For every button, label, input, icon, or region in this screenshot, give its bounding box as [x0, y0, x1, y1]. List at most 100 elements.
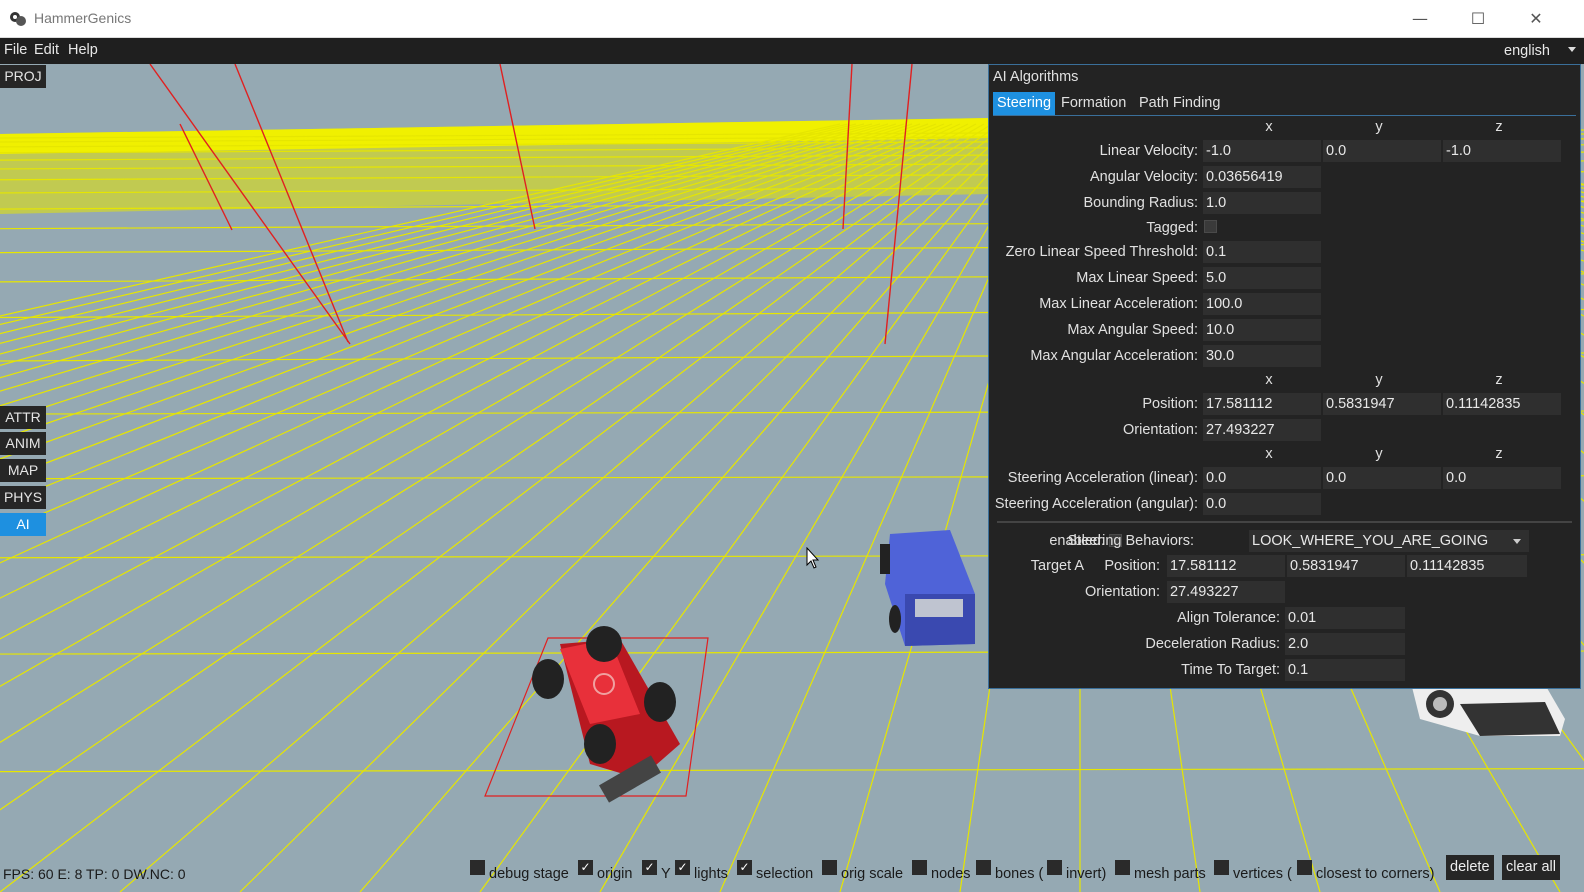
y-checkbox[interactable]: ✓ [642, 860, 657, 875]
fps-status: FPS: 60 E: 8 TP: 0 DW.NC: 0 [3, 866, 186, 882]
tab-steering[interactable]: Steering [993, 92, 1056, 115]
anim-button[interactable]: ANIM [0, 432, 46, 455]
blue-van[interactable] [880, 530, 975, 646]
chevron-down-icon[interactable] [1568, 47, 1576, 52]
zero-linear-speed-threshold-field[interactable]: 0.1 [1203, 241, 1321, 263]
linear-velocity-z-field[interactable]: -1.0 [1443, 140, 1561, 162]
position-y-field[interactable]: 0.5831947 [1323, 393, 1441, 415]
invert-checkbox[interactable] [1047, 860, 1062, 875]
lights-label: lights [694, 866, 728, 882]
panel-title: AI Algorithms [993, 69, 1079, 85]
mesh-parts-label: mesh parts [1134, 866, 1206, 882]
menu-help[interactable]: Help [68, 42, 98, 58]
max-angular-acceleration-field[interactable]: 30.0 [1203, 345, 1321, 367]
position-x-field[interactable]: 17.581112 [1203, 393, 1321, 415]
window-title: HammerGenics [34, 10, 132, 26]
vertices-label: vertices ( [1233, 866, 1292, 882]
steering-angular-field[interactable]: 0.0 [1203, 493, 1321, 515]
bounding-radius-field[interactable]: 1.0 [1203, 192, 1321, 214]
target-position-label: Position: [1104, 558, 1160, 574]
max-angular-acceleration-label: Max Angular Acceleration: [1030, 348, 1198, 364]
orientation-field[interactable]: 27.493227 [1203, 419, 1321, 441]
phys-button[interactable]: PHYS [0, 486, 46, 509]
max-linear-speed-field[interactable]: 5.0 [1203, 267, 1321, 289]
angular-velocity-field[interactable]: 0.03656419 [1203, 166, 1321, 188]
linear-velocity-x-field[interactable]: -1.0 [1203, 140, 1321, 162]
tab-bar: Steering Formation Path Finding [993, 92, 1576, 116]
tab-path-finding[interactable]: Path Finding [1135, 92, 1224, 115]
ai-algorithms-panel: AI Algorithms Steering Formation Path Fi… [988, 64, 1581, 689]
axis-y-label: y [1375, 372, 1383, 388]
linear-velocity-label: Linear Velocity: [1099, 143, 1198, 159]
time-to-target-field[interactable]: 0.1 [1285, 659, 1405, 681]
debug-stage-checkbox[interactable] [470, 860, 485, 875]
map-button[interactable]: MAP [0, 459, 46, 482]
steering-linear-x-field[interactable]: 0.0 [1203, 467, 1321, 489]
steering-behaviors-value: LOOK_WHERE_YOU_ARE_GOING [1252, 533, 1489, 549]
closest-to-corners-checkbox[interactable] [1297, 860, 1312, 875]
tagged-checkbox[interactable] [1204, 220, 1217, 233]
minimize-icon[interactable]: — [1408, 8, 1432, 30]
max-linear-acceleration-field[interactable]: 100.0 [1203, 293, 1321, 315]
lights-checkbox[interactable]: ✓ [675, 860, 690, 875]
mouse-cursor-icon [806, 547, 820, 569]
position-z-field[interactable]: 0.11142835 [1443, 393, 1561, 415]
origin-checkbox[interactable]: ✓ [578, 860, 593, 875]
steering-linear-y-field[interactable]: 0.0 [1323, 467, 1441, 489]
axis-y-label: y [1375, 446, 1383, 462]
menu-edit[interactable]: Edit [34, 42, 59, 58]
vertices-checkbox[interactable] [1214, 860, 1229, 875]
bounding-radius-label: Bounding Radius: [1083, 195, 1198, 211]
orientation-label: Orientation: [1123, 422, 1198, 438]
close-icon[interactable]: ✕ [1524, 8, 1548, 30]
tagged-label: Tagged: [1146, 220, 1198, 236]
axis-z-label: z [1495, 119, 1503, 135]
app-logo-icon [10, 12, 26, 26]
bones-checkbox[interactable] [976, 860, 991, 875]
proj-button[interactable]: PROJ [0, 65, 46, 88]
align-tolerance-field[interactable]: 0.01 [1285, 607, 1405, 629]
max-linear-acceleration-label: Max Linear Acceleration: [1039, 296, 1198, 312]
chevron-down-icon [1513, 539, 1521, 544]
deceleration-radius-field[interactable]: 2.0 [1285, 633, 1405, 655]
orig-scale-label: orig scale [841, 866, 904, 882]
max-linear-speed-label: Max Linear Speed: [1076, 270, 1198, 286]
attr-button[interactable]: ATTR [0, 406, 46, 429]
target-position-z-field[interactable]: 0.11142835 [1407, 555, 1527, 577]
target-name: Target A [1030, 558, 1084, 574]
selection-checkbox[interactable]: ✓ [737, 860, 752, 875]
tab-formation[interactable]: Formation [1057, 92, 1130, 115]
ai-button[interactable]: AI [0, 513, 46, 536]
y-label: Y [661, 866, 671, 882]
linear-velocity-y-field[interactable]: 0.0 [1323, 140, 1441, 162]
angular-velocity-label: Angular Velocity: [1089, 169, 1198, 185]
align-tolerance-label: Align Tolerance: [1177, 610, 1280, 626]
steering-linear-label: Steering Acceleration (linear): [1007, 470, 1198, 486]
steering-behaviors-select[interactable]: LOOK_WHERE_YOU_ARE_GOING [1249, 530, 1529, 552]
title-bar: HammerGenics — ☐ ✕ [0, 0, 1584, 38]
max-angular-speed-label: Max Angular Speed: [1067, 322, 1198, 338]
target-position-x-field[interactable]: 17.581112 [1167, 555, 1285, 577]
deceleration-radius-label: Deceleration Radius: [1145, 636, 1280, 652]
target-orientation-label: Orientation: [1085, 584, 1160, 600]
max-angular-speed-field[interactable]: 10.0 [1203, 319, 1321, 341]
delete-button[interactable]: delete [1446, 855, 1494, 880]
steering-angular-label: Steering Acceleration (angular): [994, 496, 1198, 512]
clear-all-button[interactable]: clear all [1502, 855, 1560, 880]
origin-label: origin [597, 866, 633, 882]
menu-file[interactable]: File [4, 42, 27, 58]
position-label: Position: [1142, 396, 1198, 412]
target-orientation-field[interactable]: 27.493227 [1167, 581, 1285, 603]
nodes-checkbox[interactable] [912, 860, 927, 875]
axis-x-label: x [1265, 372, 1273, 388]
divider [997, 521, 1572, 523]
mesh-parts-checkbox[interactable] [1115, 860, 1130, 875]
debug-stage-label: debug stage [489, 866, 569, 882]
orig-scale-checkbox[interactable] [822, 860, 837, 875]
target-position-y-field[interactable]: 0.5831947 [1287, 555, 1405, 577]
maximize-icon[interactable]: ☐ [1466, 8, 1490, 30]
zero-linear-speed-threshold-label: Zero Linear Speed Threshold: [1005, 244, 1198, 260]
language-select[interactable]: english [1504, 43, 1550, 59]
invert-label: invert) [1066, 866, 1107, 882]
steering-linear-z-field[interactable]: 0.0 [1443, 467, 1561, 489]
